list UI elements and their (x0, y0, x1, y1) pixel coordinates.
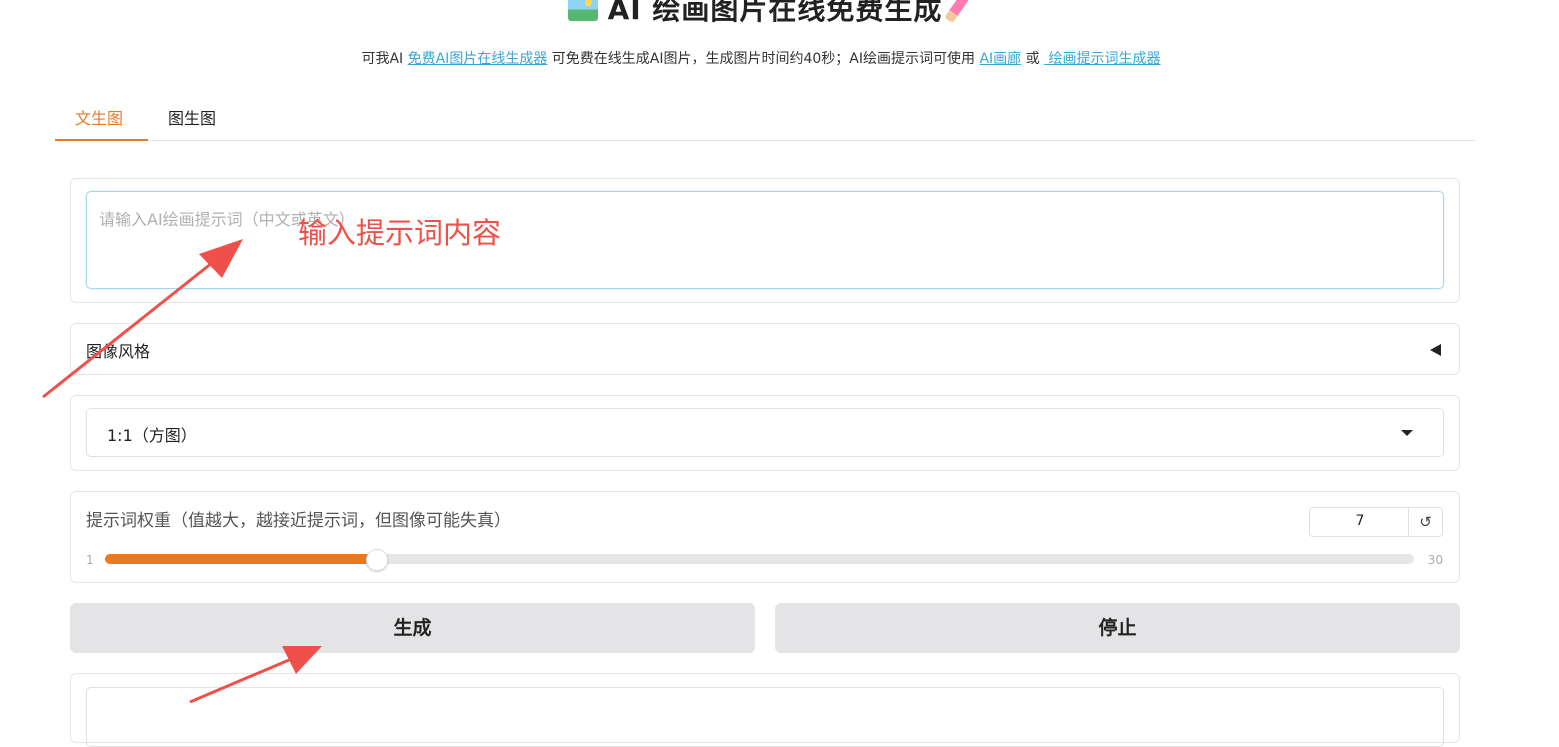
prompt-weight-value[interactable]: 7 (1310, 513, 1410, 529)
subtitle-middle: 可免费在线生成AI图片，生成图片时间约40秒；AI绘画提示词可使用 (547, 51, 980, 67)
generate-button[interactable]: 生成 (70, 603, 755, 653)
title-row: AI 绘画图片在线免费生成 (0, 0, 1530, 32)
annotation-text: 输入提示词内容 (298, 216, 502, 250)
style-accordion[interactable]: 图像风格 (70, 323, 1460, 375)
prompt-weight-label: 提示词权重（值越大，越接近提示词，但图像可能失真） (86, 511, 511, 531)
output-area (86, 687, 1444, 747)
reset-icon[interactable]: ↺ (1408, 508, 1442, 536)
style-label: 图像风格 (86, 342, 151, 361)
link-prompt-generator[interactable]: 绘画提示词生成器 (1044, 51, 1161, 67)
prompt-panel (70, 178, 1460, 303)
output-panel (70, 673, 1460, 747)
slider-max-label: 30 (1427, 553, 1443, 567)
subtitle: 可我AI 免费AI图片在线生成器 可免费在线生成AI图片，生成图片时间约40秒；… (0, 48, 1522, 68)
aspect-ratio-value: 1:1（方图） (107, 426, 197, 445)
slider-thumb[interactable] (365, 549, 388, 571)
stop-button[interactable]: 停止 (775, 603, 1460, 653)
link-ai-gallery[interactable]: AI画廊 (979, 51, 1021, 67)
aspect-ratio-select[interactable]: 1:1（方图） (86, 408, 1444, 457)
link-free-ai-generator[interactable]: 免费AI图片在线生成器 (408, 51, 548, 67)
prompt-input[interactable] (86, 191, 1444, 289)
picture-icon (567, 0, 598, 21)
slider-min-label: 1 (86, 553, 94, 567)
subtitle-prefix: 可我AI (361, 51, 408, 67)
tab-bar: 文生图 图生图 (55, 100, 1475, 141)
prompt-weight-panel: 提示词权重（值越大，越接近提示词，但图像可能失真） 7 ↺ 1 30 (70, 491, 1460, 583)
slider-fill (105, 554, 376, 564)
page-title: AI 绘画图片在线免费生成 (607, 0, 943, 26)
crayon-icon (944, 0, 971, 24)
chevron-down-icon (1401, 430, 1413, 436)
caret-left-icon[interactable] (1430, 344, 1441, 356)
prompt-weight-slider[interactable] (105, 549, 1414, 571)
tab-text-to-image[interactable]: 文生图 (55, 100, 148, 141)
tab-image-to-image[interactable]: 图生图 (148, 100, 236, 139)
ratio-panel: 1:1（方图） (70, 395, 1460, 471)
subtitle-sep: 或 (1021, 51, 1045, 67)
prompt-weight-number[interactable]: 7 ↺ (1309, 507, 1443, 537)
